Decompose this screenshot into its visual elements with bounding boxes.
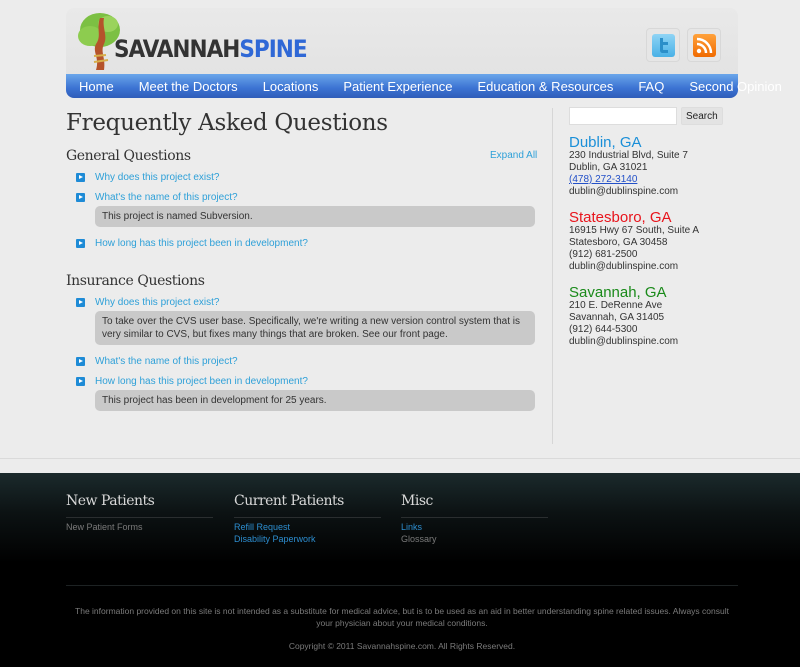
faq-answer: This project is named Subversion. [95, 206, 535, 227]
location-address-line2: Statesboro, GA 30458 [569, 237, 668, 248]
faq-question-link[interactable]: What's the name of this project? [95, 192, 238, 203]
location-address-line2: Savannah, GA 31405 [569, 312, 665, 323]
footer-link-glossary[interactable]: Glossary [401, 534, 437, 544]
faq-question[interactable]: How long has this project been in develo… [76, 236, 538, 250]
faq-item: Why does this project exist? [76, 170, 538, 184]
location-phone: (912) 644-5300 [569, 324, 638, 335]
footer-copyright: Copyright © 2011 Savannahspine.com. All … [288, 641, 516, 651]
location-phone-link[interactable]: (478) 272-3140 [569, 174, 637, 185]
location-name: Statesboro, GA [569, 209, 672, 226]
faq-question[interactable]: What's the name of this project? [76, 190, 538, 204]
location-statesboro: Statesboro, GA 16915 Hwy 67 South, Suite… [569, 210, 739, 273]
footer-links: New Patient Forms [66, 521, 213, 533]
footer-column-title: Misc [401, 493, 548, 518]
faq-item: What's the name of this project? [76, 354, 538, 368]
faq-question-link[interactable]: How long has this project been in develo… [95, 376, 308, 387]
site-header: SAVANNAHSPINE [66, 8, 738, 74]
column-divider [552, 108, 553, 444]
faq-item: How long has this project been in develo… [76, 374, 538, 411]
faq-item: What's the name of this project? This pr… [76, 190, 538, 227]
footer-column-misc: Misc Links Glossary [401, 493, 548, 545]
rss-button[interactable] [687, 28, 721, 62]
faq-item: Why does this project exist? To take ove… [76, 295, 538, 345]
location-phone: (912) 681-2500 [569, 249, 638, 260]
main-nav: Home Meet the Doctors Locations Patient … [66, 74, 782, 98]
expand-arrow-icon[interactable] [76, 192, 85, 202]
location-address-line1: 210 E. DeRenne Ave [569, 300, 663, 311]
footer-column-title: New Patients [66, 493, 213, 518]
twitter-button[interactable] [646, 28, 680, 62]
location-email: dublin@dublinspine.com [569, 261, 679, 272]
faq-item: How long has this project been in develo… [76, 236, 538, 250]
footer-link-links[interactable]: Links [401, 522, 422, 532]
nav-faq[interactable]: FAQ [638, 79, 664, 94]
content-bottom-divider [0, 458, 800, 459]
twitter-icon [652, 34, 675, 57]
faq-section-insurance: Insurance Questions Why does this projec… [66, 273, 538, 411]
nav-locations[interactable]: Locations [263, 79, 319, 94]
section-title: Insurance Questions [66, 273, 205, 289]
page-title: Frequently Asked Questions [66, 110, 388, 136]
faq-list: Why does this project exist? What's the … [76, 170, 538, 250]
rss-icon [693, 34, 716, 57]
footer-links: Links Glossary [401, 521, 548, 545]
main-content: Frequently Asked Questions Expand All Ge… [66, 110, 538, 411]
location-address-line1: 230 Industrial Blvd, Suite 7 [569, 150, 688, 161]
faq-question-link[interactable]: Why does this project exist? [95, 172, 220, 183]
footer-divider [66, 585, 738, 586]
sidebar: Search Dublin, GA 230 Industrial Blvd, S… [569, 107, 739, 348]
expand-arrow-icon[interactable] [76, 356, 85, 366]
footer-column-new-patients: New Patients New Patient Forms [66, 493, 213, 533]
location-email: dublin@dublinspine.com [569, 186, 679, 197]
faq-answer: This project has been in development for… [95, 390, 535, 411]
site-footer: New Patients New Patient Forms Current P… [0, 473, 800, 667]
expand-arrow-icon[interactable] [76, 297, 85, 307]
nav-patient-experience[interactable]: Patient Experience [343, 79, 452, 94]
location-name: Dublin, GA [569, 134, 642, 151]
location-address-line1: 16915 Hwy 67 South, Suite A [569, 225, 700, 236]
faq-question-link[interactable]: Why does this project exist? [95, 297, 220, 308]
logo-text: SAVANNAHSPINE [114, 35, 308, 63]
expand-arrow-icon[interactable] [76, 376, 85, 386]
location-email: dublin@dublinspine.com [569, 336, 679, 347]
footer-link-refill-request[interactable]: Refill Request [234, 522, 290, 532]
expand-all-link[interactable]: Expand All [490, 150, 537, 161]
search-button[interactable]: Search [681, 107, 723, 125]
faq-section-general: General Questions Why does this project … [66, 148, 538, 250]
faq-answer: To take over the CVS user base. Specific… [95, 311, 535, 345]
location-address-line2: Dublin, GA 31021 [569, 162, 648, 173]
faq-question[interactable]: What's the name of this project? [76, 354, 538, 368]
expand-arrow-icon[interactable] [76, 172, 85, 182]
location-dublin: Dublin, GA 230 Industrial Blvd, Suite 7 … [569, 135, 739, 198]
faq-list: Why does this project exist? To take ove… [76, 295, 538, 411]
footer-disclaimer: The information provided on this site is… [75, 606, 729, 628]
footer-column-title: Current Patients [234, 493, 381, 518]
faq-question[interactable]: Why does this project exist? [76, 170, 538, 184]
search-form: Search [569, 107, 739, 125]
faq-question-link[interactable]: How long has this project been in develo… [95, 238, 308, 249]
nav-education-resources[interactable]: Education & Resources [477, 79, 613, 94]
footer-link-new-patient-forms[interactable]: New Patient Forms [66, 522, 143, 532]
site-logo[interactable]: SAVANNAHSPINE [76, 10, 308, 72]
faq-question[interactable]: How long has this project been in develo… [76, 374, 538, 388]
location-savannah: Savannah, GA 210 E. DeRenne Ave Savannah… [569, 285, 739, 348]
location-name: Savannah, GA [569, 284, 667, 301]
footer-link-disability-paperwork[interactable]: Disability Paperwork [234, 534, 316, 544]
faq-question[interactable]: Why does this project exist? [76, 295, 538, 309]
nav-home[interactable]: Home [79, 79, 114, 94]
faq-question-link[interactable]: What's the name of this project? [95, 356, 238, 367]
expand-arrow-icon[interactable] [76, 238, 85, 248]
nav-second-opinion[interactable]: Second Opinion [689, 79, 782, 94]
footer-column-current-patients: Current Patients Refill Request Disabili… [234, 493, 381, 545]
section-title: General Questions [66, 148, 191, 164]
nav-meet-the-doctors[interactable]: Meet the Doctors [139, 79, 238, 94]
search-input[interactable] [569, 107, 677, 125]
footer-links: Refill Request Disability Paperwork [234, 521, 381, 545]
